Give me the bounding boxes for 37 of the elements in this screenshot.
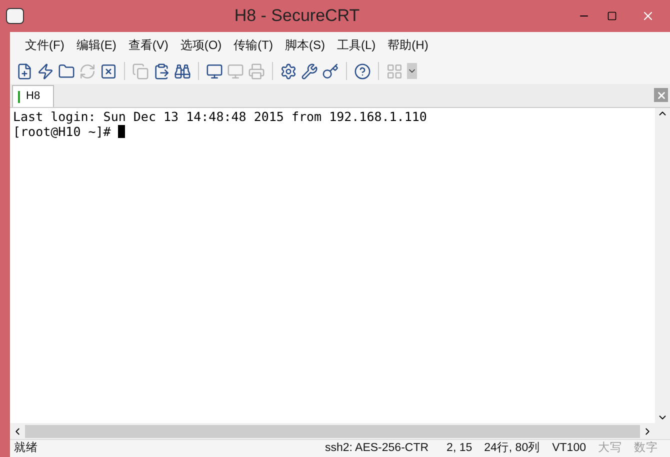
close-square-icon[interactable] [100,62,117,80]
terminal-line: [root@H10 ~]# [13,124,655,139]
binoculars-icon[interactable] [174,62,191,80]
vertical-scrollbar[interactable] [655,108,670,423]
cursor [118,125,126,138]
lightning-icon[interactable] [37,62,54,80]
status-text: 2, 15 [446,440,472,456]
menu-item[interactable]: 查看(V) [123,36,174,54]
status-text: 24行, 80列 [484,440,540,456]
help-icon[interactable] [354,62,371,80]
window-title: H8 - SecureCRT [233,5,361,28]
monitor-icon[interactable] [206,62,223,80]
terminal-line: Last login: Sun Dec 13 14:48:48 2015 from 192.168.1.110 [13,109,428,124]
menu-item[interactable]: 传输(T) [228,36,278,54]
app-icon [6,8,24,24]
status-text: 就绪 [14,440,38,456]
status-text: 数字 [634,440,658,456]
settings-icon[interactable] [280,62,297,80]
toolbar-overflow-icon[interactable] [407,63,417,79]
maximize-icon[interactable] [607,11,617,21]
status-text: ssh2: AES-256-CTR [325,440,429,456]
status-text: 大写 [598,440,622,456]
wrench-icon[interactable] [301,62,318,80]
menu-item[interactable]: 工具(L) [332,36,381,54]
folder-icon[interactable] [58,62,75,80]
scrollbar-thumb[interactable] [25,424,640,438]
status-text: VT100 [552,440,586,456]
close-icon[interactable] [641,9,655,23]
key-icon[interactable] [322,62,339,80]
menu-item[interactable]: 编辑(E) [71,36,122,54]
paste-icon[interactable] [153,62,170,80]
menu-item[interactable]: 文件(F) [20,36,70,54]
menu-item[interactable]: 选项(O) [175,36,227,54]
menu-item[interactable]: 脚本(S) [280,36,330,54]
new-file-icon[interactable] [16,62,33,80]
session-tab[interactable]: H8 [12,85,54,107]
menu-item[interactable]: 帮助(H) [382,36,434,54]
